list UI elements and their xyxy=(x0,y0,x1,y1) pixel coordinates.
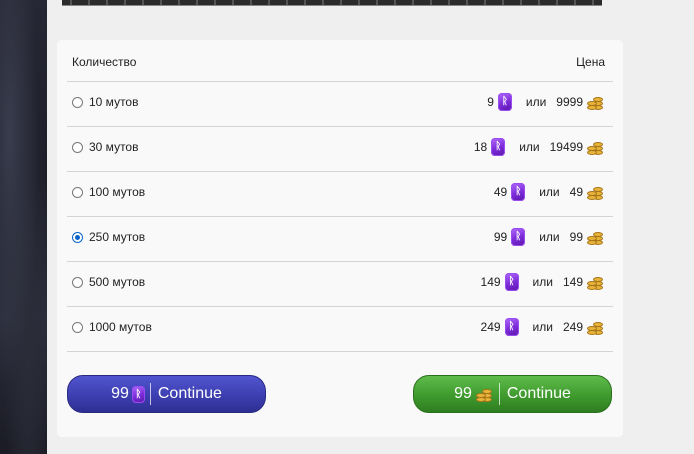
rune-price: 49 xyxy=(493,185,508,199)
mute-purchase-card: Количество Цена 10 мутов 9 ᚱ или 9999 30… xyxy=(57,40,623,437)
rune-icon: ᚱ xyxy=(504,318,519,336)
option-label: 10 мутов xyxy=(89,95,139,109)
rune-price: 9 xyxy=(487,95,494,109)
price-header: Цена xyxy=(576,55,605,69)
button-divider xyxy=(498,383,500,405)
option-row[interactable]: 500 мутов 149 ᚱ или 149 xyxy=(67,262,613,307)
rune-price: 99 xyxy=(493,230,508,244)
gold-coins-icon xyxy=(475,385,494,403)
rune-price: 249 xyxy=(480,320,501,334)
rune-price: 18 xyxy=(473,140,488,154)
top-decorative-frame xyxy=(62,0,602,6)
option-radio[interactable] xyxy=(72,186,83,198)
gold-coins-icon xyxy=(587,228,605,246)
gold-coins-icon xyxy=(587,93,605,111)
button-divider xyxy=(149,383,151,405)
gold-coins-icon xyxy=(587,183,605,201)
rune-icon: ᚱ xyxy=(511,183,526,201)
option-radio[interactable] xyxy=(72,96,83,108)
option-row[interactable]: 100 мутов 49 ᚱ или 49 xyxy=(67,172,613,217)
option-radio[interactable] xyxy=(72,276,83,288)
rune-icon: ᚱ xyxy=(504,273,519,291)
or-label: или xyxy=(532,275,553,289)
rune-button-price: 99 xyxy=(111,385,129,402)
rune-button-label: Continue xyxy=(157,385,222,402)
option-row[interactable]: 10 мутов 9 ᚱ или 9999 xyxy=(67,82,613,127)
option-label: 100 мутов xyxy=(89,185,146,199)
continue-gold-button[interactable]: 99 Continue xyxy=(413,375,612,413)
gold-coins-icon xyxy=(587,273,605,291)
gold-price: 9999 xyxy=(556,95,583,109)
gold-price: 149 xyxy=(562,275,583,289)
option-radio[interactable] xyxy=(72,231,83,243)
option-row[interactable]: 1000 мутов 249 ᚱ или 249 xyxy=(67,307,613,352)
option-label: 250 мутов xyxy=(89,230,146,244)
gold-button-price: 99 xyxy=(454,385,472,402)
gold-price: 99 xyxy=(569,230,583,244)
option-label: 1000 мутов xyxy=(89,320,152,334)
or-label: или xyxy=(539,230,560,244)
rune-icon: ᚱ xyxy=(491,138,506,156)
option-label: 500 мутов xyxy=(89,275,146,289)
or-label: или xyxy=(525,95,547,109)
quantity-header: Количество xyxy=(72,55,137,69)
rune-icon: ᚱ xyxy=(511,228,526,246)
or-label: или xyxy=(519,140,540,154)
or-label: или xyxy=(532,320,553,334)
gold-price: 49 xyxy=(569,185,583,199)
rune-icon: ᚱ xyxy=(497,93,512,111)
option-label: 30 мутов xyxy=(89,140,139,154)
gold-price: 249 xyxy=(562,320,583,334)
option-row[interactable]: 30 мутов 18 ᚱ или 19499 xyxy=(67,127,613,172)
or-label: или xyxy=(539,185,560,199)
option-row[interactable]: 250 мутов 99 ᚱ или 99 xyxy=(67,217,613,262)
background-artwork xyxy=(0,0,47,454)
rune-icon: ᚱ xyxy=(131,385,145,403)
options-list: 10 мутов 9 ᚱ или 9999 30 мутов 18 ᚱ или … xyxy=(67,82,613,352)
option-radio[interactable] xyxy=(72,321,83,333)
option-radio[interactable] xyxy=(72,141,83,153)
gold-coins-icon xyxy=(587,318,605,336)
gold-button-label: Continue xyxy=(506,385,571,402)
continue-rune-button[interactable]: 99 ᚱ Continue xyxy=(67,375,266,413)
gold-coins-icon xyxy=(587,138,605,156)
table-header: Количество Цена xyxy=(67,40,613,82)
gold-price: 19499 xyxy=(549,140,583,154)
rune-price: 149 xyxy=(480,275,501,289)
